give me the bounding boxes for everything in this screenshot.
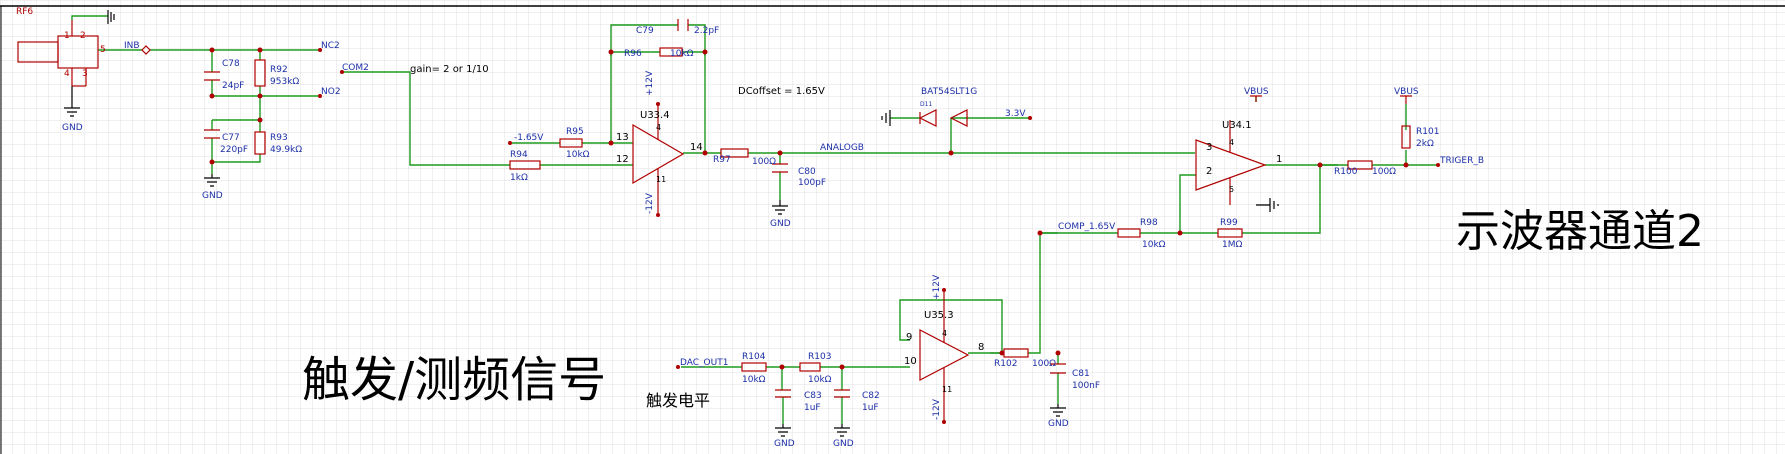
svg-text:10kΩ: 10kΩ <box>1142 240 1166 250</box>
svg-text:1uF: 1uF <box>804 403 821 413</box>
svg-text:R97: R97 <box>713 155 731 165</box>
svg-text:3: 3 <box>1206 142 1212 153</box>
gnd-label-4: GND <box>774 439 795 449</box>
svg-text:9: 9 <box>906 332 912 343</box>
svg-text:10kΩ: 10kΩ <box>566 150 590 160</box>
svg-text:C82: C82 <box>862 391 880 401</box>
svg-text:+12V: +12V <box>645 70 655 96</box>
net-triger-b: TRIGER_B <box>1439 156 1484 166</box>
svg-text:14: 14 <box>690 142 703 153</box>
net-inb: INB <box>124 41 140 51</box>
net-vbus-1: VBUS <box>1244 87 1269 97</box>
net-3v3: 3.3V <box>1005 109 1026 119</box>
svg-text:R94: R94 <box>510 150 528 160</box>
svg-text:1kΩ: 1kΩ <box>510 173 528 183</box>
svg-text:BAT54SLT1G: BAT54SLT1G <box>921 87 977 97</box>
svg-text:100pF: 100pF <box>798 178 826 188</box>
svg-text:10kΩ: 10kΩ <box>670 49 694 59</box>
svg-text:100Ω: 100Ω <box>1372 167 1396 177</box>
svg-text:-12V: -12V <box>645 192 655 214</box>
net-dac-out1: DAC_OUT1 <box>680 358 728 368</box>
svg-text:R100: R100 <box>1334 167 1358 177</box>
svg-text:C83: C83 <box>804 391 822 401</box>
net-nc2: NC2 <box>321 41 340 51</box>
svg-text:R93: R93 <box>270 133 288 143</box>
svg-text:R98: R98 <box>1140 218 1158 228</box>
svg-text:2: 2 <box>1206 166 1212 177</box>
svg-text:12: 12 <box>616 154 629 165</box>
gnd-label-2: GND <box>202 191 223 201</box>
svg-text:R95: R95 <box>566 127 584 137</box>
trigger-title: 触发/测频信号 <box>302 352 606 408</box>
svg-text:10kΩ: 10kΩ <box>742 375 766 385</box>
gain-note: gain= 2 or 1/10 <box>410 64 489 75</box>
svg-text:U34.1: U34.1 <box>1222 120 1252 131</box>
svg-text:4: 4 <box>64 69 70 79</box>
svg-text:11: 11 <box>942 385 952 394</box>
svg-text:3: 3 <box>82 69 88 79</box>
svg-text:49.9kΩ: 49.9kΩ <box>270 145 302 155</box>
svg-text:100nF: 100nF <box>1072 381 1100 391</box>
svg-text:R101: R101 <box>1416 127 1439 137</box>
svg-text:5: 5 <box>1229 185 1234 194</box>
svg-text:R104: R104 <box>742 352 766 362</box>
svg-text:C77: C77 <box>222 133 240 143</box>
svg-text:R92: R92 <box>270 65 288 75</box>
svg-text:1: 1 <box>64 31 70 41</box>
svg-text:+12V: +12V <box>932 274 942 300</box>
svg-text:R99: R99 <box>1220 218 1238 228</box>
svg-text:4: 4 <box>942 329 947 338</box>
svg-text:U35.3: U35.3 <box>924 310 954 321</box>
schematic-canvas[interactable]: RF6 1 2 3 4 5 INB NC2 NO2 COM2 -1.65V AN… <box>0 0 1785 454</box>
svg-text:C79: C79 <box>636 26 654 36</box>
svg-text:100Ω: 100Ω <box>752 157 776 167</box>
svg-text:13: 13 <box>616 132 629 143</box>
svg-text:5: 5 <box>100 45 106 55</box>
svg-text:100Ω: 100Ω <box>1032 359 1056 369</box>
svg-text:10: 10 <box>904 356 917 367</box>
svg-text:1uF: 1uF <box>862 403 879 413</box>
svg-text:-12V: -12V <box>932 398 942 420</box>
svg-text:220pF: 220pF <box>220 145 248 155</box>
gnd-label-5: GND <box>833 439 854 449</box>
rf6-ref: RF6 <box>16 7 33 17</box>
svg-text:U33.4: U33.4 <box>640 110 670 121</box>
svg-text:8: 8 <box>978 342 984 353</box>
svg-text:1: 1 <box>1276 154 1282 165</box>
channel-title: 示波器通道2 <box>1456 206 1704 257</box>
net-neg165: -1.65V <box>514 133 544 143</box>
net-com2: COM2 <box>342 63 369 73</box>
svg-text:2: 2 <box>80 31 86 41</box>
net-no2: NO2 <box>321 87 341 97</box>
gnd-label-1: GND <box>62 123 83 133</box>
svg-text:2.2pF: 2.2pF <box>694 26 719 36</box>
svg-text:R103: R103 <box>808 352 831 362</box>
svg-text:953kΩ: 953kΩ <box>270 77 299 87</box>
svg-text:C81: C81 <box>1072 369 1090 379</box>
dc-offset-note: DCoffset = 1.65V <box>738 86 825 97</box>
svg-text:1MΩ: 1MΩ <box>1222 240 1242 250</box>
net-analogb: ANALOGB <box>820 143 864 153</box>
svg-text:4: 4 <box>1229 138 1234 147</box>
svg-text:11: 11 <box>656 175 666 184</box>
trigger-level-label: 触发电平 <box>646 391 710 410</box>
gnd-label-3: GND <box>770 219 791 229</box>
svg-text:C78: C78 <box>222 59 240 69</box>
gnd-label-6: GND <box>1048 419 1069 429</box>
svg-text:C80: C80 <box>798 167 816 177</box>
svg-text:4: 4 <box>656 123 661 132</box>
svg-text:2kΩ: 2kΩ <box>1416 139 1434 149</box>
net-vbus-2: VBUS <box>1394 87 1419 97</box>
svg-text:10kΩ: 10kΩ <box>808 375 832 385</box>
svg-text:D11: D11 <box>920 101 932 108</box>
svg-text:24pF: 24pF <box>222 81 244 91</box>
net-comp: COMP_1.65V <box>1058 222 1116 232</box>
svg-text:R102: R102 <box>994 359 1017 369</box>
svg-text:R96: R96 <box>624 49 642 59</box>
